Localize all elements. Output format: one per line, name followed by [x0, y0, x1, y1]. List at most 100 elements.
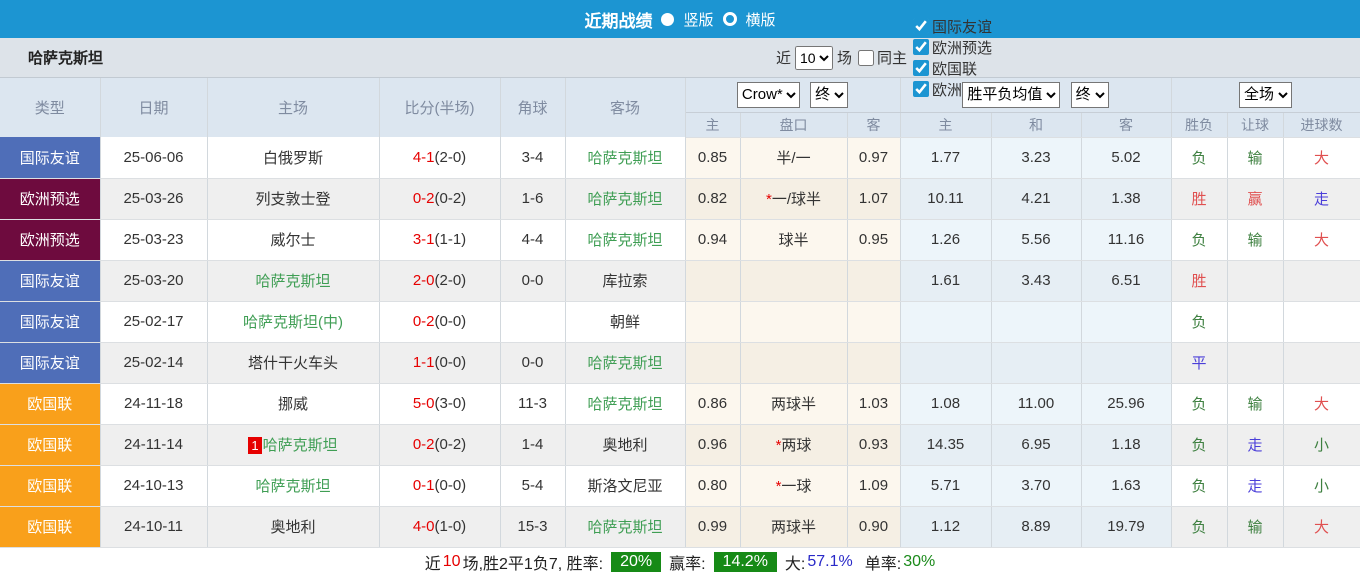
avg-draw: 4.21 [991, 178, 1082, 220]
result-cell: 负 [1171, 219, 1228, 261]
horizontal-layout-label[interactable]: 横版 [746, 9, 776, 30]
away-team: 哈萨克斯坦 [565, 178, 686, 220]
table-row: 国际友谊 25-02-17 哈萨克斯坦(中) 0-2(0-0) 朝鲜负 [0, 301, 1360, 343]
home-team: 哈萨克斯坦(中) [207, 301, 380, 343]
corners-cell: 11-3 [500, 383, 566, 425]
col-date: 日期 [100, 78, 208, 137]
big-label: 大: [784, 555, 806, 573]
odds-away: 0.90 [847, 506, 901, 548]
odds-home [685, 342, 741, 384]
match-type-badge: 国际友谊 [0, 260, 101, 302]
odds-time-select[interactable]: 终 [810, 81, 849, 108]
score-cell: 0-2(0-2) [379, 178, 501, 220]
avg-away: 1.18 [1081, 424, 1172, 466]
competition-filter[interactable]: 欧国联 [907, 58, 992, 79]
win-odds-badge: 14.2% [713, 551, 777, 572]
sub-col-3: 主 [900, 111, 992, 138]
corners-cell [500, 301, 566, 343]
score-cell: 0-2(0-2) [379, 424, 501, 466]
table-row: 国际友谊 25-03-20 哈萨克斯坦 2-0(2-0) 0-0 库拉索 1.61 3.43 6… [0, 260, 1360, 302]
summary-count: 10 [442, 552, 461, 570]
full-time-score: 5-0 [412, 395, 435, 412]
full-time-score: 0-2 [412, 190, 435, 207]
scope-select[interactable]: 全场 [1239, 81, 1293, 108]
competition-filter[interactable]: 欧洲预选 [907, 37, 992, 58]
recent-count-select[interactable]: 10 [794, 45, 833, 70]
competition-label: 欧洲预选 [931, 39, 992, 57]
odds-away: 0.95 [847, 219, 901, 261]
goals-result-cell [1283, 342, 1360, 384]
match-type-badge: 国际友谊 [0, 342, 101, 384]
table-row: 欧国联 24-11-14 1 哈萨克斯坦 0-2(0-2) 1-4 奥地利 0.96 *两球 0.… [0, 424, 1360, 466]
away-team: 哈萨克斯坦 [565, 342, 686, 384]
full-time-score: 4-1 [412, 148, 435, 166]
odds-home [685, 260, 741, 302]
avg-time-select[interactable]: 终 [1070, 81, 1109, 108]
match-type-badge: 欧国联 [0, 383, 101, 425]
result-cell: 平 [1171, 342, 1228, 384]
avg-draw: 3.70 [991, 465, 1082, 507]
same-home-filter[interactable]: 同主 [852, 47, 907, 68]
handicap-cell: 两球半 [740, 506, 848, 548]
away-team: 哈萨克斯坦 [565, 506, 686, 548]
score-cell: 2-0(2-0) [379, 260, 501, 302]
competition-checkbox[interactable] [912, 60, 929, 76]
result-cell: 负 [1171, 424, 1228, 466]
col-score: 比分(半场) [379, 78, 501, 137]
odds-away: 0.93 [847, 424, 901, 466]
handicap-result-cell: 走 [1227, 465, 1284, 507]
avg-away [1081, 301, 1172, 343]
competition-checkbox[interactable] [912, 18, 929, 34]
avg-home: 14.35 [900, 424, 992, 466]
competition-filter[interactable]: 国际友谊 [907, 16, 992, 37]
score-cell: 0-1(0-0) [379, 465, 501, 507]
vertical-layout-radio[interactable] [661, 12, 675, 26]
avg-odds-select[interactable]: 胜平负均值 [962, 81, 1061, 108]
avg-draw: 8.89 [991, 506, 1082, 548]
topbar: 近期战绩 竖版 横版 [0, 0, 1360, 38]
table-row: 欧国联 24-10-11 奥地利 4-0(1-0) 15-3 哈萨克斯坦 0.99 两球半 0.… [0, 506, 1360, 548]
odds-company-select[interactable]: Crow* [736, 81, 800, 108]
avg-draw: 11.00 [991, 383, 1082, 425]
handicap-cell: 半/一 [740, 137, 848, 179]
half-time-score: (0-0) [434, 313, 467, 330]
same-home-checkbox[interactable] [857, 49, 874, 66]
avg-draw: 6.95 [991, 424, 1082, 466]
sub-col-1: 盘口 [740, 111, 848, 138]
summary-record: 场,胜2平1负7, 胜率: [462, 555, 604, 573]
match-date: 24-11-14 [100, 424, 208, 466]
match-date: 24-11-18 [100, 383, 208, 425]
odds-away [847, 301, 901, 343]
match-date: 25-02-17 [100, 301, 208, 343]
avg-away: 5.02 [1081, 137, 1172, 179]
horizontal-layout-radio[interactable] [722, 12, 737, 26]
result-cell: 负 [1171, 506, 1228, 548]
match-date: 25-06-06 [100, 137, 208, 179]
half-time-score: (3-0) [434, 395, 467, 412]
competition-checkbox[interactable] [912, 39, 929, 55]
avg-home: 1.08 [900, 383, 992, 425]
score-cell: 0-2(0-0) [379, 301, 501, 343]
handicap-result-cell: 输 [1227, 137, 1284, 179]
match-type-badge: 欧洲预选 [0, 219, 101, 261]
sub-col-8: 进球数 [1283, 111, 1360, 138]
same-home-label: 同主 [876, 50, 907, 67]
avg-home: 1.26 [900, 219, 992, 261]
matches-label: 场 [836, 50, 852, 67]
col-home: 主场 [207, 78, 380, 137]
home-team: 哈萨克斯坦 [207, 465, 380, 507]
avg-away: 6.51 [1081, 260, 1172, 302]
handicap-result-cell: 走 [1227, 424, 1284, 466]
big-rate: 57.1% [807, 552, 853, 570]
competition-checkbox[interactable] [912, 81, 929, 97]
handicap-cell: *一/球半 [740, 178, 848, 220]
avg-home: 1.77 [900, 137, 992, 179]
sub-col-5: 客 [1081, 111, 1172, 138]
away-team: 朝鲜 [565, 301, 686, 343]
vertical-layout-label[interactable]: 竖版 [683, 9, 713, 30]
half-time-score: (0-2) [434, 190, 467, 207]
match-type-badge: 欧洲预选 [0, 178, 101, 220]
avg-home: 5.71 [900, 465, 992, 507]
goals-result-cell: 走 [1283, 178, 1360, 220]
home-team: 哈萨克斯坦 [207, 260, 380, 302]
